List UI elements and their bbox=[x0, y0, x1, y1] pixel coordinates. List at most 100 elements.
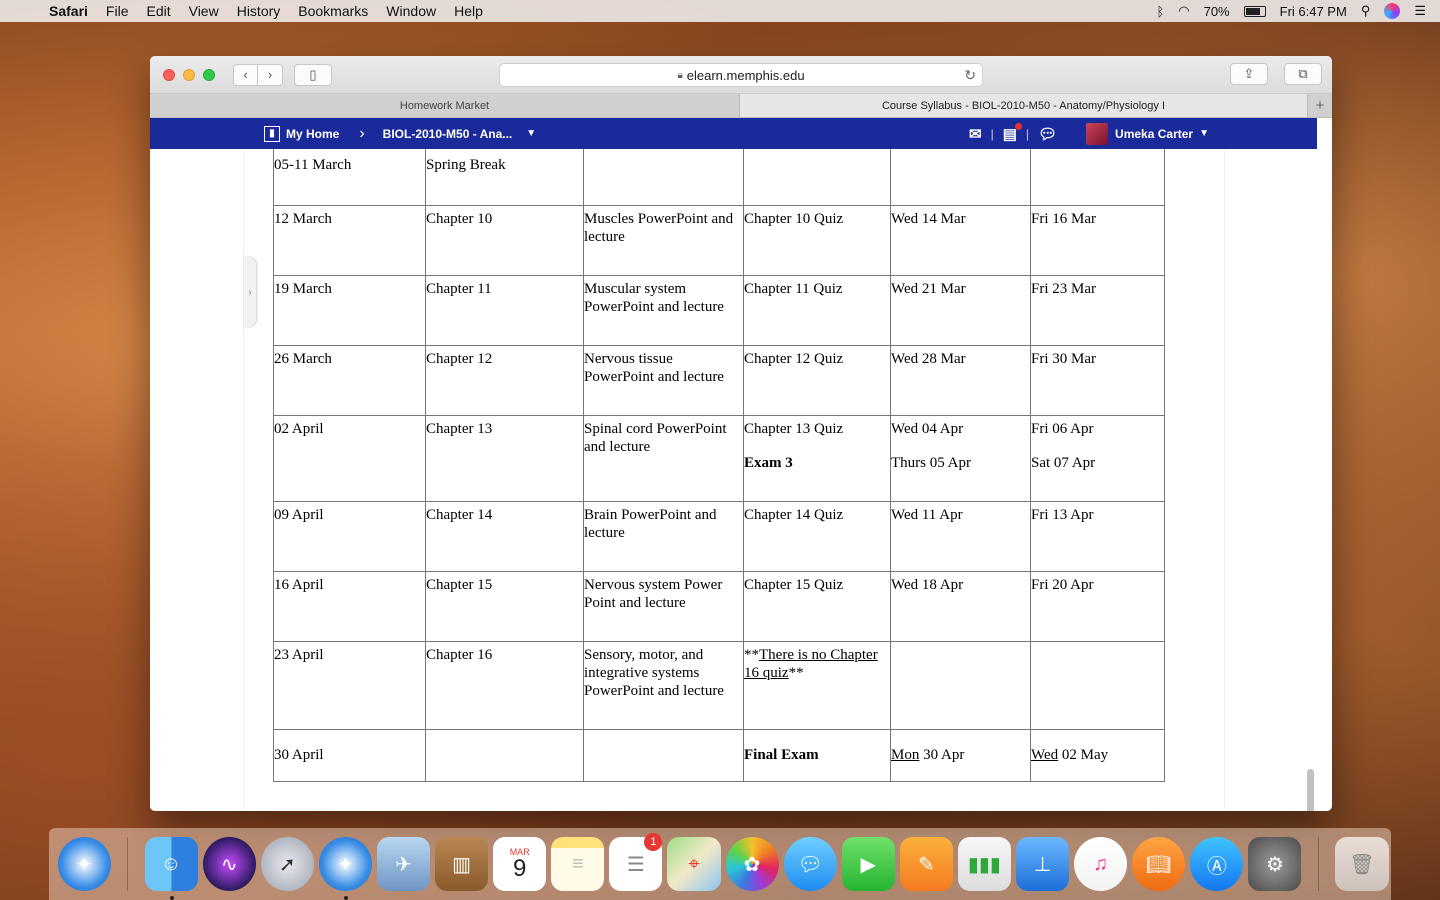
tab-overview-button[interactable]: ⧉ bbox=[1284, 63, 1322, 85]
subscription-alerts-icon[interactable]: 💬︎ bbox=[1029, 125, 1066, 143]
menu-history[interactable]: History bbox=[228, 3, 290, 19]
calendar-day: 9 bbox=[513, 855, 527, 882]
cell-open bbox=[890, 149, 1031, 206]
new-tab-button[interactable]: + bbox=[1308, 94, 1332, 117]
dock-numbers[interactable]: ▮▮▮ bbox=[957, 837, 1011, 891]
menu-help[interactable]: Help bbox=[445, 3, 492, 19]
dock-messages[interactable]: 💬︎ bbox=[783, 837, 837, 891]
dock-photos[interactable]: ✿ bbox=[725, 837, 779, 891]
dock-reminders[interactable]: ☰ 1 bbox=[609, 833, 663, 891]
bluetooth-icon[interactable]: ᛒ bbox=[1156, 4, 1164, 19]
wifi-icon[interactable]: ◠ bbox=[1178, 3, 1189, 19]
cell-week: 05-11 March bbox=[273, 149, 426, 206]
back-button[interactable]: ‹ bbox=[233, 63, 258, 86]
dock-itunes[interactable]: ♫ bbox=[1074, 837, 1128, 891]
dock-calendar[interactable]: MAR 9 bbox=[493, 837, 547, 891]
dock-app-store[interactable]: Ⓐ bbox=[1190, 837, 1244, 891]
reload-icon[interactable]: ↻ bbox=[964, 67, 976, 84]
dock-maps[interactable]: ⌖ bbox=[667, 837, 721, 891]
nav-buttons: ‹ › bbox=[233, 63, 283, 86]
notification-center-icon[interactable]: ☰ bbox=[1414, 3, 1426, 19]
cell-week: 30 April bbox=[273, 729, 426, 782]
sidebar-toggle-button[interactable]: ▯ bbox=[294, 63, 332, 86]
cell-activity: Muscular system PowerPoint and lecture bbox=[583, 275, 744, 346]
menu-edit[interactable]: Edit bbox=[137, 3, 179, 19]
dock-notes[interactable]: ≡ bbox=[551, 837, 605, 891]
user-name[interactable]: Umeka Carter bbox=[1115, 127, 1193, 141]
minimize-window-button[interactable] bbox=[183, 68, 195, 81]
menu-file[interactable]: File bbox=[97, 3, 138, 19]
breadcrumb-chevron-icon: › bbox=[359, 124, 365, 142]
cell-chapter: Chapter 10 bbox=[425, 205, 584, 276]
message-alerts-icon[interactable]: ✉ bbox=[960, 125, 991, 143]
dock-preview[interactable]: ✈ bbox=[376, 837, 431, 891]
cell-activity: Muscles PowerPoint and lecture bbox=[583, 205, 744, 276]
running-indicator bbox=[343, 896, 348, 900]
cell-activity: Nervous system Power Point and lecture bbox=[583, 571, 744, 642]
my-home-link[interactable]: My Home bbox=[286, 127, 339, 141]
close-window-button[interactable] bbox=[163, 68, 175, 81]
dock-facetime[interactable]: ▶ bbox=[841, 837, 895, 891]
open-date-2: Thurs 05 Apr bbox=[891, 455, 971, 471]
tab-course-syllabus[interactable]: Course Syllabus - BIOL-2010-M50 - Anatom… bbox=[740, 94, 1308, 117]
menu-app-name[interactable]: Safari bbox=[40, 3, 97, 19]
cell-open bbox=[890, 641, 1031, 730]
cell-due: Wed 02 May bbox=[1030, 729, 1165, 782]
home-icon[interactable]: ▮ bbox=[264, 125, 280, 142]
dock-keynote[interactable]: ⊥ bbox=[1015, 837, 1070, 891]
address-bar[interactable]: 🔒︎ elearn.memphis.edu ↻ bbox=[499, 63, 983, 87]
cell-week: 02 April bbox=[273, 415, 426, 502]
menu-view[interactable]: View bbox=[180, 3, 228, 19]
avatar[interactable] bbox=[1086, 122, 1109, 145]
menu-bookmarks[interactable]: Bookmarks bbox=[289, 3, 377, 19]
menu-window[interactable]: Window bbox=[377, 3, 445, 19]
no-chapter-16-quiz-link[interactable]: There is no Chapter 16 quiz bbox=[744, 647, 878, 681]
gear-icon: ⚙ bbox=[1265, 853, 1284, 876]
cell-assessment: Chapter 13 Quiz Exam 3 bbox=[743, 415, 891, 502]
clock[interactable]: Fri 6:47 PM bbox=[1280, 4, 1347, 19]
lms-navbar-right: ✉ | ▤ | 💬︎ Umeka Carter ▼ bbox=[960, 118, 1317, 149]
course-dropdown-icon[interactable]: ▼ bbox=[526, 128, 536, 139]
compass-icon: ✦ bbox=[75, 853, 93, 876]
dock-divider bbox=[127, 837, 129, 891]
forward-button[interactable]: › bbox=[258, 63, 283, 86]
dock-pages[interactable]: ✎ bbox=[899, 837, 953, 891]
table-row: 30 April Final Exam Mon 30 Apr Wed 02 Ma… bbox=[273, 729, 1165, 782]
dock-safari[interactable]: ✦ bbox=[57, 837, 111, 891]
tab-homework-market[interactable]: Homework Market bbox=[150, 94, 740, 117]
panel-expand-handle[interactable]: › bbox=[244, 257, 256, 327]
share-button[interactable]: ⇪ bbox=[1230, 63, 1268, 85]
dock-finder[interactable]: ☺ bbox=[144, 837, 198, 900]
battery-percent[interactable]: 70% bbox=[1204, 4, 1230, 19]
update-alerts-icon[interactable]: ▤ bbox=[994, 122, 1026, 143]
due-day: Wed bbox=[1031, 747, 1059, 763]
notebook-icon: ▥ bbox=[452, 853, 472, 876]
notification-badge: 1 bbox=[644, 833, 663, 851]
dock-ibooks[interactable]: 📖︎ bbox=[1132, 837, 1186, 891]
course-selector[interactable]: BIOL-2010-M50 - Ana... bbox=[383, 127, 513, 141]
dock-system-preferences[interactable]: ⚙ bbox=[1248, 837, 1302, 891]
spotlight-icon[interactable]: ⚲ bbox=[1361, 3, 1371, 19]
cell-week: 16 April bbox=[273, 571, 426, 642]
cell-chapter: Chapter 14 bbox=[425, 501, 584, 572]
dock-trash[interactable]: 🗑︎ bbox=[1335, 837, 1389, 891]
open-date-1: Wed 04 Apr bbox=[891, 421, 964, 437]
dock-notebook[interactable]: ▥ bbox=[435, 837, 489, 891]
cell-due: Fri 23 Mar bbox=[1030, 275, 1165, 346]
siri-icon[interactable] bbox=[1384, 3, 1401, 19]
zoom-window-button[interactable] bbox=[203, 68, 215, 81]
cell-open: Wed 21 Mar bbox=[890, 275, 1031, 346]
battery-icon[interactable] bbox=[1243, 5, 1266, 17]
cell-chapter: Chapter 16 bbox=[425, 641, 584, 730]
bar-chart-icon: ▮▮▮ bbox=[967, 853, 1001, 876]
dock-launchpad[interactable]: ➚ bbox=[260, 837, 314, 891]
checklist-icon: ☰ bbox=[626, 853, 645, 876]
user-menu-chevron-icon[interactable]: ▼ bbox=[1199, 128, 1209, 139]
cell-due: Fri 20 Apr bbox=[1030, 571, 1165, 642]
vertical-scrollbar[interactable] bbox=[1307, 769, 1314, 811]
table-row: 12 March Chapter 10 Muscles PowerPoint a… bbox=[273, 205, 1165, 276]
podium-icon: ⊥ bbox=[1033, 853, 1052, 876]
map-pin-icon: ⌖ bbox=[688, 852, 700, 875]
dock-siri[interactable]: ∿ bbox=[202, 837, 256, 891]
dock-safari-2[interactable]: ✦ bbox=[318, 837, 372, 900]
